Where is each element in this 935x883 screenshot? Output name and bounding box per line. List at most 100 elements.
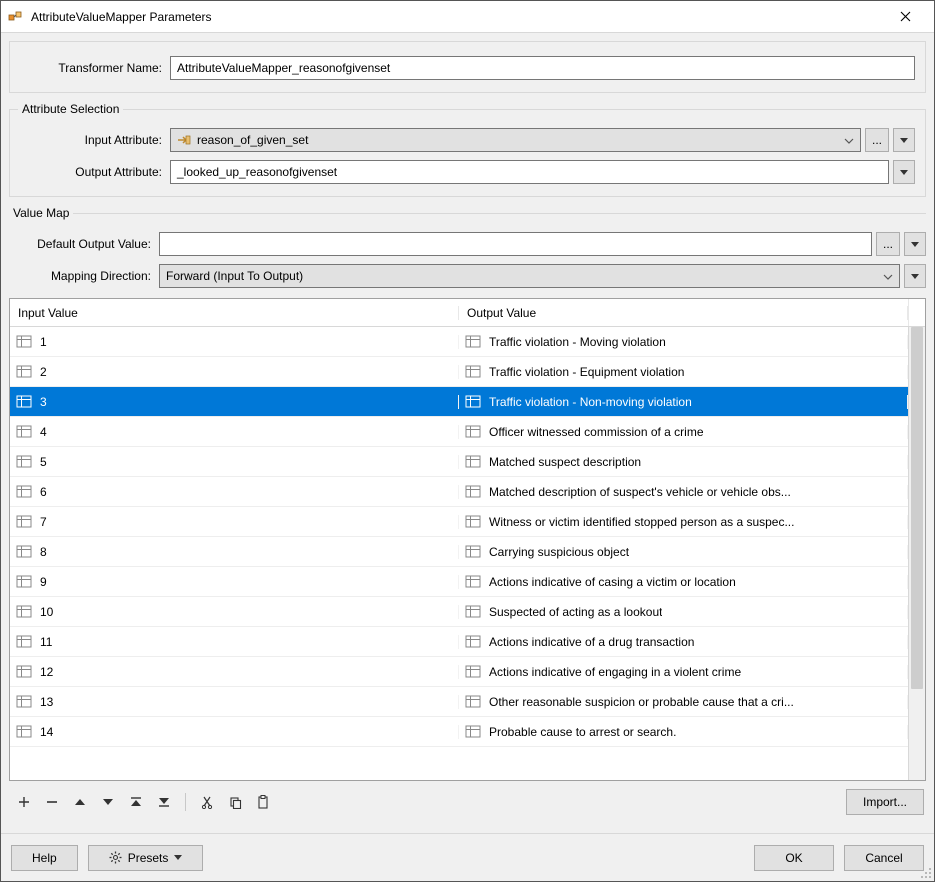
cell-input[interactable]: 4 (10, 425, 459, 439)
column-header-output[interactable]: Output Value (459, 306, 908, 320)
table-row[interactable]: 8 Carrying suspicious object (10, 537, 908, 567)
input-attribute-label: Input Attribute: (20, 133, 170, 147)
cell-input[interactable]: 5 (10, 455, 459, 469)
cell-input[interactable]: 10 (10, 605, 459, 619)
table-header: Input Value Output Value (10, 299, 925, 327)
cell-input[interactable]: 12 (10, 665, 459, 679)
caret-down-icon (911, 274, 919, 279)
cell-input[interactable]: 3 (10, 395, 459, 409)
table-row[interactable]: 3 Traffic violation - Non-moving violatio… (10, 387, 908, 417)
output-attribute-menu-button[interactable] (893, 160, 915, 184)
import-button[interactable]: Import... (846, 789, 924, 815)
move-up-button[interactable] (67, 790, 93, 814)
cell-input-text: 1 (40, 335, 47, 349)
table-row[interactable]: 4 Officer witnessed commission of a crim… (10, 417, 908, 447)
cell-input-text: 4 (40, 425, 47, 439)
cell-output[interactable]: Other reasonable suspicion or probable c… (459, 695, 908, 709)
cell-output-text: Officer witnessed commission of a crime (489, 425, 704, 439)
cut-button[interactable] (194, 790, 220, 814)
default-output-input[interactable] (159, 232, 872, 256)
cell-output-text: Witness or victim identified stopped per… (489, 515, 794, 529)
table-row[interactable]: 9Actions indicative of casing a victim o… (10, 567, 908, 597)
caret-down-icon (911, 242, 919, 247)
table-row[interactable]: 1 Traffic violation - Moving violation (10, 327, 908, 357)
cell-output[interactable]: Actions indicative of a drug transaction (459, 635, 908, 649)
ok-button[interactable]: OK (754, 845, 834, 871)
table-row[interactable]: 13Other reasonable suspicion or probable… (10, 687, 908, 717)
column-header-input[interactable]: Input Value (10, 306, 459, 320)
cell-output[interactable]: Matched description of suspect's vehicle… (459, 485, 908, 499)
cell-input-text: 3 (40, 395, 47, 409)
move-down-button[interactable] (95, 790, 121, 814)
cell-output[interactable]: Matched suspect description (459, 455, 908, 469)
cell-input[interactable]: 11 (10, 635, 459, 649)
table-row[interactable]: 6 Matched description of suspect's vehicl… (10, 477, 908, 507)
cell-output-text: Carrying suspicious object (489, 545, 629, 559)
move-top-button[interactable] (123, 790, 149, 814)
cell-output[interactable]: Traffic violation - Equipment violation (459, 365, 908, 379)
cell-output-text: Traffic violation - Moving violation (489, 335, 666, 349)
paste-button[interactable] (250, 790, 276, 814)
add-row-button[interactable] (11, 790, 37, 814)
plus-icon (18, 796, 30, 808)
cell-output[interactable]: Traffic violation - Moving violation (459, 335, 908, 349)
mapping-direction-label: Mapping Direction: (9, 269, 159, 283)
cell-output[interactable]: Actions indicative of engaging in a viol… (459, 665, 908, 679)
transformer-name-panel: Transformer Name: AttributeValueMapper_r… (9, 41, 926, 93)
cell-output-text: Actions indicative of engaging in a viol… (489, 665, 741, 679)
default-output-browse-button[interactable]: ... (876, 232, 900, 256)
cell-output[interactable]: Carrying suspicious object (459, 545, 908, 559)
triangle-up-icon (74, 798, 86, 806)
help-button[interactable]: Help (11, 845, 78, 871)
table-row[interactable]: 5 Matched suspect description (10, 447, 908, 477)
cell-input[interactable]: 1 (10, 335, 459, 349)
table-row[interactable]: 2Traffic violation - Equipment violation (10, 357, 908, 387)
table-row[interactable]: 12 Actions indicative of engaging in a vi… (10, 657, 908, 687)
remove-row-button[interactable] (39, 790, 65, 814)
cell-input[interactable]: 2 (10, 365, 459, 379)
table-row[interactable]: 7 Witness or victim identified stopped pe… (10, 507, 908, 537)
value-map-legend: Value Map (9, 206, 73, 220)
chevron-down-icon (883, 269, 893, 283)
cell-output[interactable]: Actions indicative of casing a victim or… (459, 575, 908, 589)
input-attribute-browse-button[interactable]: ... (865, 128, 889, 152)
cell-input[interactable]: 7 (10, 515, 459, 529)
table-row[interactable]: 10 Suspected of acting as a lookout (10, 597, 908, 627)
cell-input[interactable]: 8 (10, 545, 459, 559)
cell-output-text: Suspected of acting as a lookout (489, 605, 662, 619)
vertical-scrollbar[interactable] (908, 327, 925, 780)
table-body: 1 Traffic violation - Moving violation2T… (10, 327, 908, 780)
cell-output[interactable]: Probable cause to arrest or search. (459, 725, 908, 739)
cell-input-text: 5 (40, 455, 47, 469)
mapping-direction-combo[interactable]: Forward (Input To Output) (159, 264, 900, 288)
mapping-direction-value: Forward (Input To Output) (166, 269, 303, 283)
resize-grip-icon[interactable] (919, 866, 933, 880)
cell-output-text: Matched description of suspect's vehicle… (489, 485, 791, 499)
cell-input[interactable]: 6 (10, 485, 459, 499)
output-attribute-label: Output Attribute: (20, 165, 170, 179)
table-row[interactable]: 11 Actions indicative of a drug transacti… (10, 627, 908, 657)
default-output-menu-button[interactable] (904, 232, 926, 256)
cell-input[interactable]: 9 (10, 575, 459, 589)
cancel-button[interactable]: Cancel (844, 845, 924, 871)
scrollbar-thumb[interactable] (911, 327, 923, 689)
move-bottom-button[interactable] (151, 790, 177, 814)
copy-button[interactable] (222, 790, 248, 814)
cell-output[interactable]: Officer witnessed commission of a crime (459, 425, 908, 439)
transformer-name-input[interactable]: AttributeValueMapper_reasonofgivenset (170, 56, 915, 80)
cell-output[interactable]: Traffic violation - Non-moving violation (459, 395, 908, 409)
input-attribute-menu-button[interactable] (893, 128, 915, 152)
cell-input-text: 11 (40, 635, 52, 649)
presets-button[interactable]: Presets (88, 845, 204, 871)
table-row[interactable]: 14 Probable cause to arrest or search. (10, 717, 908, 747)
close-button[interactable] (883, 3, 928, 31)
input-attribute-combo[interactable]: reason_of_given_set (170, 128, 861, 152)
cell-input[interactable]: 14 (10, 725, 459, 739)
chevron-down-icon (844, 133, 854, 147)
cell-input[interactable]: 13 (10, 695, 459, 709)
cell-output[interactable]: Suspected of acting as a lookout (459, 605, 908, 619)
cell-output[interactable]: Witness or victim identified stopped per… (459, 515, 908, 529)
mapping-direction-menu-button[interactable] (904, 264, 926, 288)
default-output-label: Default Output Value: (9, 237, 159, 251)
output-attribute-input[interactable]: _looked_up_reasonofgivenset (170, 160, 889, 184)
